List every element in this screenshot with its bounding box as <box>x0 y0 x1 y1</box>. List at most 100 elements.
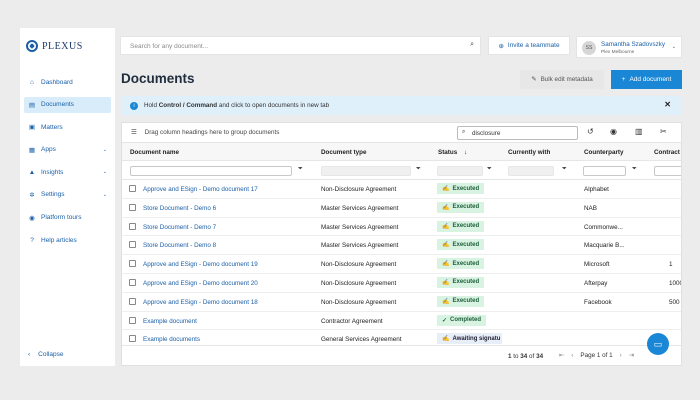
filter-icon[interactable]: ⏷ <box>298 166 303 173</box>
table-row[interactable]: Approve and ESign - Demo document 18 Non-… <box>122 293 681 312</box>
table-row[interactable]: Approve and ESign - Demo document 19 Non-… <box>122 255 681 274</box>
row-checkbox[interactable] <box>129 260 136 268</box>
document-name-link[interactable]: Approve and ESign - Demo document 20 <box>143 280 258 287</box>
tools-icon[interactable]: ✂ <box>660 127 667 136</box>
add-document-button[interactable]: + Add document <box>611 70 682 89</box>
document-name-link[interactable]: Example documents <box>143 336 200 343</box>
table-row[interactable]: Store Document - Demo 8 Master Services A… <box>122 236 681 256</box>
row-checkbox[interactable] <box>129 222 136 230</box>
document-name-link[interactable]: Approve and ESign - Demo document 19 <box>143 261 258 268</box>
sidebar-item-insights[interactable]: ▲ Insights ⌄ <box>24 164 111 180</box>
user-menu[interactable]: SS Samantha Szadovszky Plex Melbourne ⌄ <box>576 36 682 58</box>
col-status[interactable]: Status <box>438 149 457 156</box>
sidebar-item-label: Settings <box>41 191 65 199</box>
document-name-link[interactable]: Store Document - Demo 8 <box>143 242 216 249</box>
sidebar-item-label: Apps <box>41 146 56 154</box>
bulk-edit-button[interactable]: ✎ Bulk edit metadata <box>520 70 604 89</box>
reset-icon[interactable]: ↺ <box>587 127 594 136</box>
col-contract[interactable]: Contract <box>654 149 680 156</box>
status-label: Executed <box>452 298 480 305</box>
filter-icon[interactable]: ⏷ <box>632 166 637 173</box>
signature-icon: ✍ <box>442 261 450 268</box>
document-name-link[interactable]: Store Document - Demo 6 <box>143 205 216 212</box>
document-name-link[interactable]: Example document <box>143 318 197 325</box>
document-type: Contractor Agreement <box>321 317 383 325</box>
grid-toolbar: ☰ Drag column headings here to group doc… <box>122 123 681 143</box>
edit-icon: ✎ <box>531 76 537 83</box>
sort-down-icon[interactable]: ↓ <box>464 149 467 156</box>
status-badge: ✍ Executed <box>437 201 485 213</box>
table-row[interactable]: Approve and ESign - Demo document 20 Non-… <box>122 274 681 293</box>
table-row[interactable]: Store Document - Demo 7 Master Services A… <box>122 218 681 237</box>
status-badge: ✍ Executed <box>437 183 485 194</box>
group-drop-zone[interactable]: ☰ Drag column headings here to group doc… <box>131 129 279 136</box>
next-page-icon[interactable]: › <box>620 352 622 359</box>
first-page-icon[interactable]: ⇤ <box>559 352 564 359</box>
row-checkbox[interactable] <box>129 185 136 192</box>
filter-icon[interactable]: ⏷ <box>487 166 492 173</box>
filter-currently-with[interactable] <box>508 166 554 176</box>
page-number: 1 <box>596 352 601 359</box>
filter-icon[interactable]: ⏷ <box>562 166 567 173</box>
sidebar-item-help-articles[interactable]: ? Help articles <box>24 232 111 248</box>
grid-header: Document name Document type Status ↓ Cur… <box>122 143 681 161</box>
close-icon[interactable]: ✕ <box>664 100 671 109</box>
document-name-link[interactable]: Store Document - Demo 7 <box>143 224 216 231</box>
sidebar-item-documents[interactable]: ▤ Documents <box>24 96 111 113</box>
status-label: Executed <box>452 204 480 211</box>
chevron-down-icon: ⌄ <box>671 44 676 50</box>
signature-icon: ✍ <box>442 279 450 286</box>
sidebar-item-dashboard[interactable]: ⌂ Dashboard <box>24 74 111 90</box>
grid-icon: ▦ <box>28 146 36 154</box>
grid-search-input[interactable]: ⌕ disclosure <box>457 126 578 140</box>
table-row[interactable]: Store Document - Demo 6 Master Services A… <box>122 199 681 218</box>
filter-status[interactable] <box>437 166 483 176</box>
table-row[interactable]: Approve and ESign - Demo document 17 Non-… <box>122 180 681 199</box>
row-to-word: to <box>513 353 519 360</box>
document-type: Non-Disclosure Agreement <box>321 186 397 193</box>
row-checkbox[interactable] <box>129 316 136 324</box>
col-currently-with[interactable]: Currently with <box>508 149 550 156</box>
add-document-label: Add document <box>629 76 672 83</box>
prev-page-icon[interactable]: ‹ <box>571 352 573 359</box>
filter-icon[interactable]: ⏷ <box>416 166 421 173</box>
document-type: Master Services Agreement <box>321 242 399 250</box>
check-icon: ✓ <box>442 317 448 324</box>
col-counterparty[interactable]: Counterparty <box>584 149 624 156</box>
chevron-left-icon: ‹ <box>28 351 31 358</box>
columns-icon[interactable]: ▥ <box>635 127 643 136</box>
collapse-button[interactable]: ‹ Collapse <box>28 351 63 358</box>
sidebar-item-settings[interactable]: ✲ Settings ⌄ <box>24 187 111 203</box>
filter-document-name[interactable] <box>130 166 292 176</box>
sidebar-item-label: Insights <box>41 168 64 176</box>
row-checkbox[interactable] <box>129 241 136 249</box>
col-document-name[interactable]: Document name <box>130 149 179 156</box>
sidebar-item-matters[interactable]: ▣ Matters <box>24 119 111 135</box>
row-checkbox[interactable] <box>129 297 136 305</box>
row-checkbox[interactable] <box>129 335 136 343</box>
table-row[interactable]: Example document Contractor Agreement ✓ Com… <box>122 312 681 331</box>
filter-document-type[interactable] <box>321 166 411 176</box>
briefcase-icon: ▣ <box>28 124 36 132</box>
last-page-icon[interactable]: ⇥ <box>629 352 634 359</box>
document-name-link[interactable]: Approve and ESign - Demo document 17 <box>143 186 258 193</box>
sidebar-item-apps[interactable]: ▦ Apps ⌄ <box>24 142 111 158</box>
col-document-type[interactable]: Document type <box>321 149 366 156</box>
chat-icon[interactable]: ▭ <box>647 333 669 355</box>
sidebar-item-platform-tours[interactable]: ◉ Platform tours <box>24 210 111 226</box>
global-search-input[interactable]: Search for any document... ⌕ <box>120 36 481 55</box>
row-checkbox[interactable] <box>129 278 136 286</box>
filter-contract[interactable] <box>654 166 681 176</box>
document-name-link[interactable]: Approve and ESign - Demo document 18 <box>143 299 258 306</box>
invite-label: Invite a teammate <box>507 42 560 49</box>
chevron-down-icon: ⌄ <box>102 191 107 198</box>
plexus-logo[interactable]: PLEXUS <box>26 40 83 52</box>
search-icon[interactable]: ⌕ <box>470 41 474 49</box>
brand-name: PLEXUS <box>42 40 83 52</box>
counterparty: Macquarie B... <box>584 242 625 250</box>
invite-teammate-button[interactable]: ⊕ Invite a teammate <box>488 36 570 55</box>
document-type: General Services Agreement <box>321 336 402 344</box>
eye-icon[interactable]: ◉ <box>610 127 617 136</box>
filter-counterparty[interactable] <box>583 166 626 176</box>
row-checkbox[interactable] <box>129 203 136 211</box>
